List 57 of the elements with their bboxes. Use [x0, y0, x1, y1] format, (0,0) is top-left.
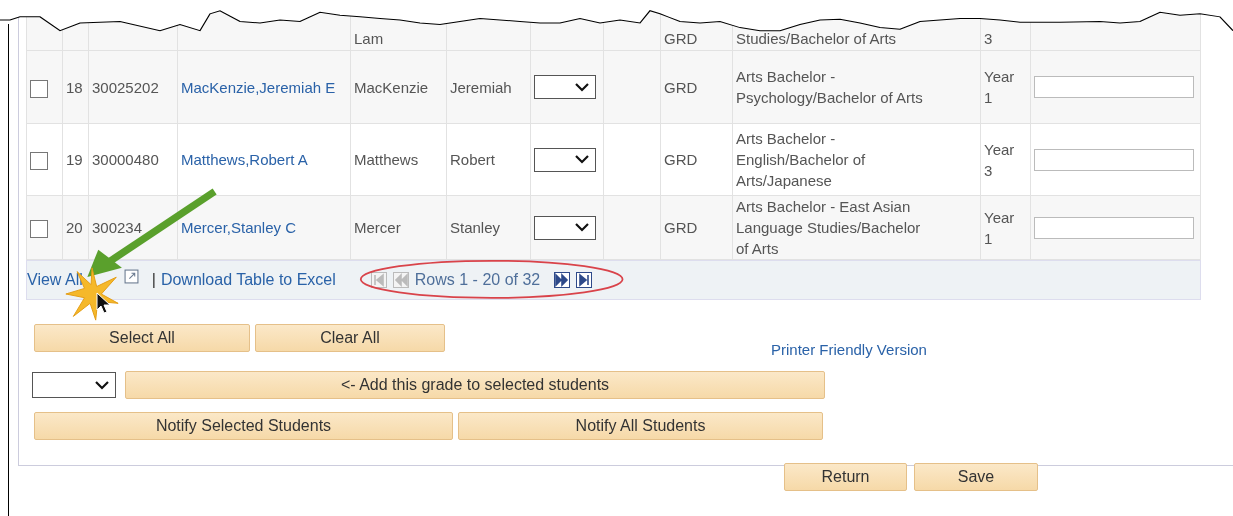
table-cell-text: Year 1	[984, 67, 1016, 108]
table-cell: GRD	[664, 78, 698, 96]
student-name-link[interactable]: Mercer,Stanley C	[181, 219, 297, 236]
save-button[interactable]: Save	[914, 463, 1038, 491]
student-name-link[interactable]: Matthews,Robert A	[181, 151, 308, 168]
grade-dropdown[interactable]	[534, 215, 596, 240]
caret-icon	[95, 380, 109, 390]
comment-input[interactable]	[1034, 216, 1194, 239]
table-cell-text: Arts Bachelor - English/Bachelor of Arts/Japanese	[736, 129, 867, 191]
rows-count: Rows 1 - 20 of 32	[414, 271, 541, 289]
table-cell: Studies/Bachelor of Arts	[736, 30, 897, 47]
table-cell: MacKenzie	[354, 78, 429, 96]
table-cell: GRD	[664, 151, 698, 168]
caret-icon	[575, 155, 589, 164]
table-cell: Matthews	[354, 151, 419, 168]
add-grade-button[interactable]: <- Add this grade to selected students	[125, 371, 825, 399]
notify-selected-button[interactable]: Notify Selected Students	[34, 412, 453, 440]
select-all-button[interactable]: Select All	[34, 323, 250, 352]
table-cell-text: Arts Bachelor - East Asian Language Studies/Bachelor of Arts	[736, 197, 922, 259]
table-cell: 20	[66, 219, 83, 236]
grade-dropdown[interactable]	[534, 75, 596, 99]
mouse-cursor-icon	[96, 292, 110, 314]
clear-all-button[interactable]: Clear All	[255, 323, 445, 352]
next-page-icon[interactable]	[554, 272, 571, 288]
printer-friendly-link[interactable]: Printer Friendly Version	[771, 341, 927, 358]
comment-input[interactable]	[1034, 148, 1194, 171]
table-cell: Robert	[450, 151, 496, 168]
click-burst-icon	[64, 266, 120, 322]
last-page-icon[interactable]	[576, 272, 593, 288]
table-cell: 19	[66, 151, 83, 168]
return-button[interactable]: Return	[784, 463, 907, 491]
table-cell: GRD	[664, 219, 698, 236]
table-cell: GRD	[664, 30, 698, 47]
row-checkbox[interactable]	[30, 79, 48, 98]
table-cell: Mercer	[354, 219, 401, 236]
table-cell: Stanley	[450, 219, 501, 236]
table-cell: 18	[66, 78, 83, 96]
table-cell: Lam	[354, 30, 384, 47]
download-excel-link[interactable]: Download Table to Excel	[160, 271, 336, 289]
row-checkbox[interactable]	[30, 220, 48, 238]
table-cell: 30025202	[92, 78, 159, 96]
table-cell: 30000480	[92, 151, 159, 168]
grade-dropdown[interactable]	[534, 147, 596, 172]
table-cell: Jeremiah	[450, 78, 512, 96]
caret-icon	[575, 223, 589, 232]
notify-all-button[interactable]: Notify All Students	[458, 412, 823, 440]
table-cell-text: Year 1	[984, 207, 1016, 249]
popup-icon[interactable]	[123, 268, 139, 284]
separator: |	[151, 271, 156, 289]
table-cell: 3	[984, 30, 993, 47]
caret-icon	[575, 82, 589, 92]
table-cell-text: Year 3	[984, 139, 1016, 181]
table-cell-text: Arts Bachelor - Psychology/Bachelor of Arts	[736, 67, 924, 108]
table-cell: 300234	[92, 219, 143, 236]
row-checkbox[interactable]	[30, 152, 48, 170]
grade-dropdown[interactable]	[32, 372, 116, 398]
comment-input[interactable]	[1034, 76, 1194, 98]
